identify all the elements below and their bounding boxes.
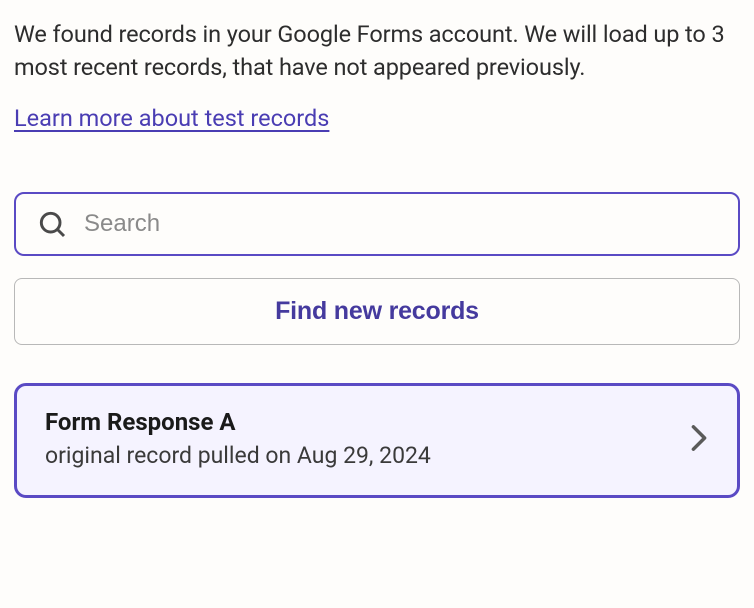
record-title: Form Response A	[45, 408, 673, 436]
record-card[interactable]: Form Response A original record pulled o…	[14, 383, 740, 498]
chevron-right-icon	[689, 424, 709, 452]
record-content: Form Response A original record pulled o…	[45, 408, 673, 469]
description-text: We found records in your Google Forms ac…	[14, 18, 740, 84]
learn-more-link[interactable]: Learn more about test records	[14, 104, 329, 132]
search-input[interactable]	[84, 210, 718, 238]
record-subtitle: original record pulled on Aug 29, 2024	[45, 442, 673, 469]
search-container[interactable]	[14, 192, 740, 256]
search-icon	[36, 208, 68, 240]
find-new-records-button[interactable]: Find new records	[14, 278, 740, 345]
